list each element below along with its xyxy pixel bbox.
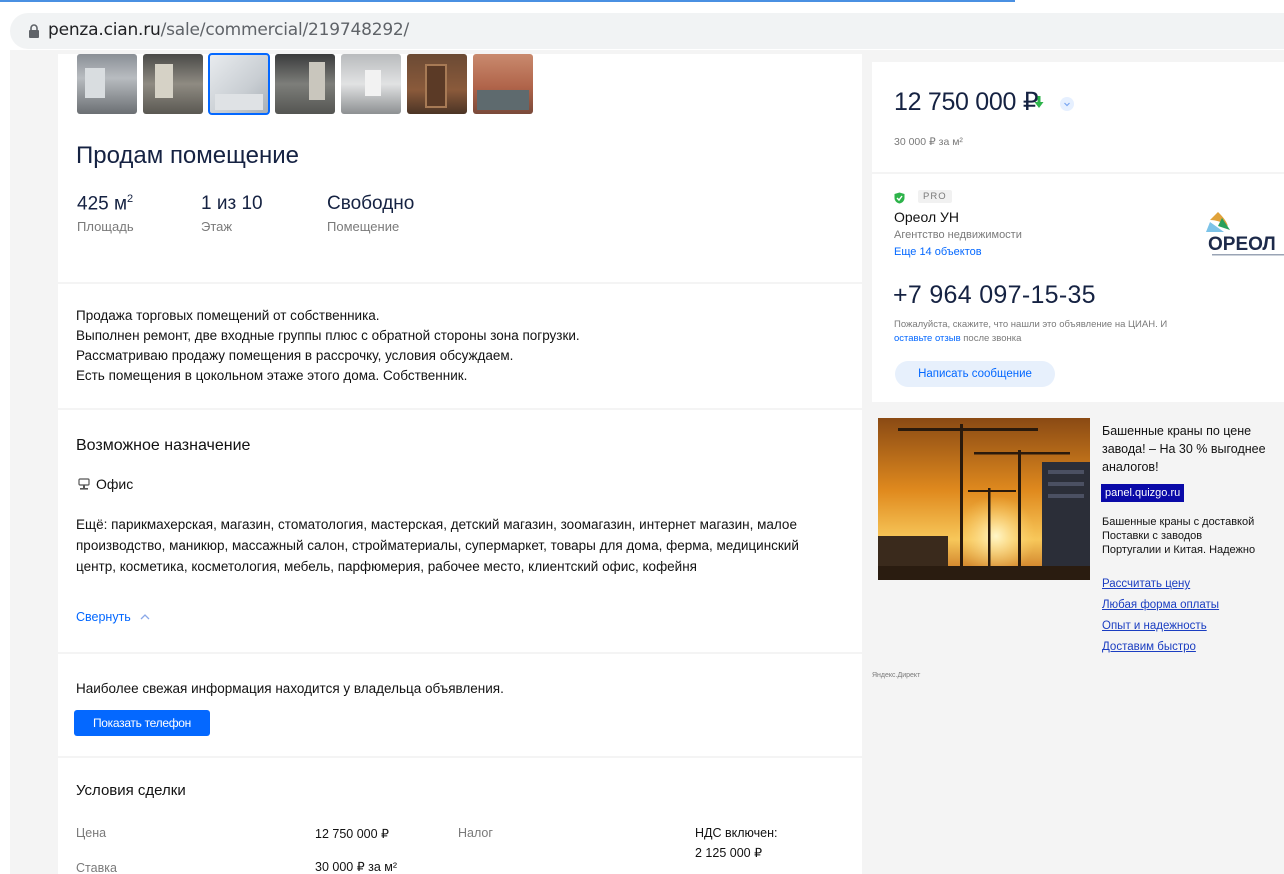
ad-title[interactable]: Башенные краны по цене завода! – На 30 %… bbox=[1102, 422, 1284, 476]
owner-note: Наиболее свежая информация находится у в… bbox=[76, 681, 504, 696]
leave-review-link[interactable]: оставьте отзыв bbox=[894, 333, 961, 344]
url-path: /sale/commercial/219748292/ bbox=[160, 20, 410, 40]
purpose-more-list: Ещё: парикмахерская, магазин, стоматолог… bbox=[76, 517, 799, 574]
photo-thumbnail[interactable] bbox=[473, 54, 533, 114]
description-line: Выполнен ремонт, две входные группы плюс… bbox=[76, 328, 580, 343]
fact-floor: 1 из 10 Этаж bbox=[201, 193, 263, 234]
fact-floor-value: 1 из 10 bbox=[201, 193, 263, 214]
description-line: Рассматриваю продажу помещения в рассроч… bbox=[76, 348, 514, 363]
write-message-button[interactable]: Написать сообщение bbox=[895, 361, 1055, 387]
office-desk-icon bbox=[78, 477, 90, 490]
collapse-label: Свернуть bbox=[76, 610, 131, 624]
purpose-heading: Возможное назначение bbox=[76, 437, 251, 454]
agent-phone[interactable]: +7 964 097-15-35 bbox=[893, 281, 1096, 310]
price-card bbox=[872, 62, 1284, 172]
url-text[interactable]: penza.cian.ru/sale/commercial/219748292/ bbox=[48, 20, 409, 40]
terms-tax-value-2: 2 125 000 ₽ bbox=[695, 846, 763, 860]
price-per-m2: 30 000 ₽ за м² bbox=[894, 136, 963, 148]
fact-floor-label: Этаж bbox=[201, 219, 233, 234]
verified-shield-icon bbox=[894, 192, 905, 204]
chevron-down-icon bbox=[1064, 102, 1070, 107]
photo-thumbnail[interactable] bbox=[143, 54, 203, 114]
terms-heading: Условия сделки bbox=[76, 782, 186, 799]
photo-thumbnail[interactable] bbox=[275, 54, 335, 114]
terms-tax-value-1: НДС включен: bbox=[695, 826, 778, 840]
price-history-toggle[interactable] bbox=[1060, 97, 1074, 111]
lock-icon bbox=[29, 24, 39, 38]
photo-thumbnail-selected[interactable] bbox=[208, 53, 270, 115]
loading-progress-line bbox=[0, 0, 1015, 2]
ad-crane-picture bbox=[878, 418, 1090, 580]
ad-domain[interactable]: panel.quizgo.ru bbox=[1101, 484, 1185, 502]
agency-name[interactable]: Ореол УН bbox=[894, 209, 959, 225]
photo-thumbnail[interactable] bbox=[341, 54, 401, 114]
price-down-arrow-icon bbox=[1034, 96, 1044, 108]
photo-thumbnails bbox=[77, 53, 533, 115]
purpose-primary-label: Офис bbox=[96, 476, 134, 492]
fact-status-label: Помещение bbox=[327, 219, 400, 234]
terms-price-label: Цена bbox=[76, 826, 107, 840]
terms-rate-label: Ставка bbox=[76, 861, 117, 874]
purpose-primary: Офис bbox=[78, 476, 133, 492]
url-host: penza.cian.ru bbox=[48, 20, 161, 40]
fact-area: 425 м2 Площадь bbox=[77, 193, 134, 234]
ad-link[interactable]: Доставим быстро bbox=[1102, 641, 1196, 653]
chevron-up-icon bbox=[140, 614, 150, 620]
sidebar-price: 12 750 000 ₽ bbox=[894, 88, 1039, 116]
terms-price-value: 12 750 000 ₽ bbox=[315, 827, 389, 841]
terms-rate-value: 30 000 ₽ за м² bbox=[315, 860, 398, 874]
description-line: Продажа торговых помещений от собственни… bbox=[76, 308, 380, 323]
fact-status-value: Свободно bbox=[327, 193, 415, 214]
photo-thumbnail[interactable] bbox=[407, 54, 467, 114]
ad-image[interactable] bbox=[878, 418, 1090, 580]
ad-link[interactable]: Опыт и надежность bbox=[1102, 620, 1207, 632]
show-phone-button[interactable]: Показать телефон bbox=[74, 710, 210, 736]
yandex-direct-label[interactable]: Яндекс.Директ bbox=[872, 672, 920, 679]
pro-badge: PRO bbox=[918, 190, 952, 203]
logo-text: ОРЕОЛ bbox=[1208, 234, 1276, 255]
phone-note: Пожалуйста, скажите, что нашли это объяв… bbox=[894, 319, 1168, 344]
fact-status: Свободно Помещение bbox=[327, 193, 414, 234]
agency-type: Агентство недвижимости bbox=[894, 229, 1022, 241]
terms-tax-label: Налог bbox=[458, 826, 493, 840]
description-line: Есть помещения в цокольном этаже этого д… bbox=[76, 368, 468, 383]
fact-area-value: 425 м2 bbox=[77, 193, 134, 215]
browser-address-bar: penza.cian.ru/sale/commercial/219748292/ bbox=[0, 0, 1284, 50]
agency-more-link[interactable]: Еще 14 объектов bbox=[894, 246, 982, 258]
photo-thumbnail[interactable] bbox=[77, 54, 137, 114]
owner-card bbox=[58, 654, 862, 756]
fact-area-label: Площадь bbox=[77, 219, 134, 235]
collapse-link[interactable]: Свернуть bbox=[76, 610, 150, 624]
ad-link[interactable]: Любая форма оплаты bbox=[1102, 599, 1219, 611]
ad-text: Башенные краны с доставкой Поставки с за… bbox=[1102, 516, 1256, 556]
agency-logo[interactable]: ОРЕОЛ bbox=[1196, 208, 1284, 264]
listing-title: Продам помещение bbox=[76, 142, 299, 169]
ad-link[interactable]: Рассчитать цену bbox=[1102, 578, 1190, 590]
listing-description: Продажа торговых помещений от собственни… bbox=[76, 306, 580, 386]
